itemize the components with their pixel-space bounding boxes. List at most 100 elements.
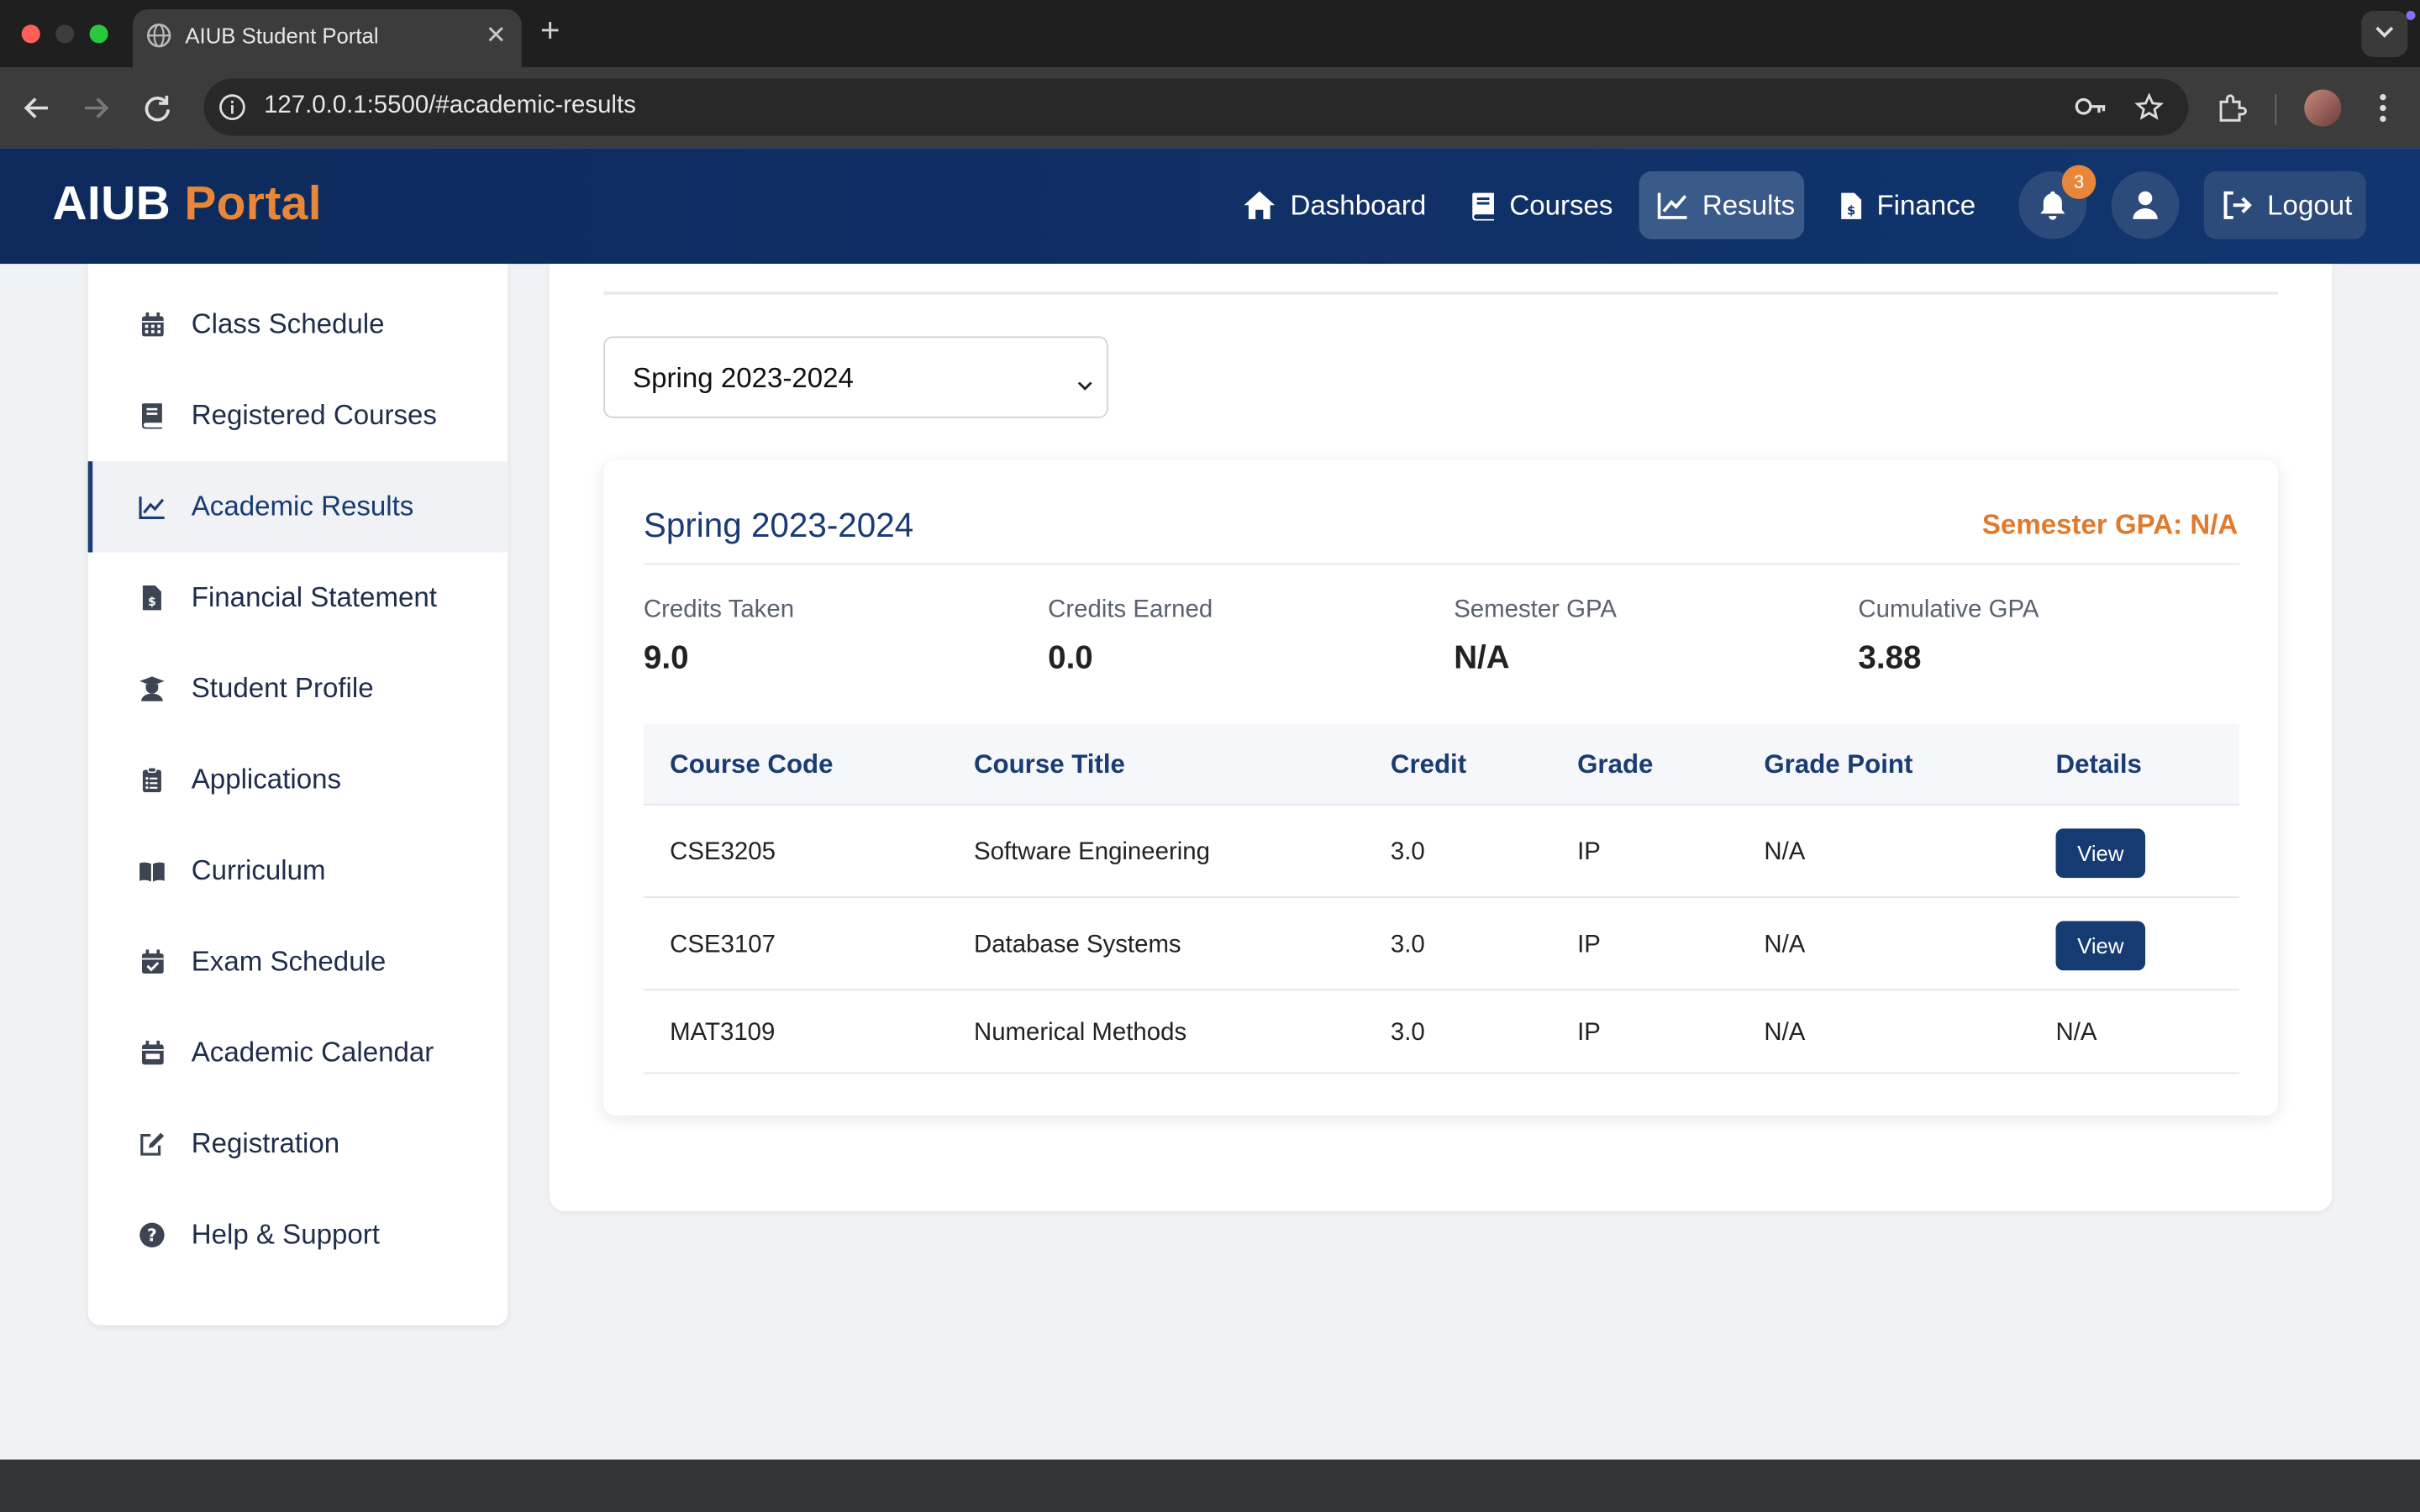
calendar-day-icon [139, 1039, 165, 1067]
tab-close-icon[interactable]: ✕ [486, 20, 507, 51]
minimize-window-button[interactable] [55, 24, 75, 44]
semester-gpa-badge: Semester GPA: N/A [1981, 509, 2238, 540]
sidebar-item-student-profile[interactable]: Student Profile [88, 643, 508, 734]
column-header: Grade Point [1764, 749, 1913, 780]
user-profile-button[interactable] [2111, 171, 2180, 239]
column-header: Grade [1577, 749, 1654, 780]
stat-label: Credits Earned [1048, 596, 1213, 624]
browser-tab-bar: AIUB Student Portal ✕ + [0, 0, 2420, 68]
question-circle-icon: ? [139, 1221, 165, 1249]
sidebar-item-academic-calendar[interactable]: Academic Calendar [88, 1007, 508, 1098]
course-grade-point: N/A [1764, 932, 1806, 958]
sidebar-item-curriculum[interactable]: Curriculum [88, 826, 508, 916]
sidebar-item-class-schedule[interactable]: Class Schedule [88, 279, 508, 370]
bookmark-star-icon[interactable] [2134, 92, 2165, 129]
course-title: Numerical Methods [973, 1020, 1187, 1047]
calendar-icon [139, 311, 165, 339]
column-header: Credit [1390, 749, 1467, 780]
new-tab-button[interactable]: + [540, 13, 560, 48]
bell-icon [2040, 191, 2065, 220]
url-text: 127.0.0.1:5500/#academic-results [264, 92, 636, 119]
chart-line-icon [139, 493, 165, 521]
table-row: MAT3109 Numerical Methods 3.0 IP N/A N/A [643, 990, 2240, 1074]
nav-results[interactable]: Results [1639, 171, 1805, 239]
logout-button[interactable]: Logout [2203, 171, 2366, 239]
portal-logo[interactable]: AIUB Portal [52, 176, 321, 231]
sidebar-item-registration[interactable]: Registration [88, 1099, 508, 1189]
view-details-button[interactable]: View [2055, 828, 2146, 879]
course-code: MAT3109 [670, 1020, 776, 1047]
tab-search-button[interactable] [2361, 10, 2408, 57]
sidebar-item-financial-statement[interactable]: $ Financial Statement [88, 553, 508, 643]
edit-icon [139, 1130, 165, 1158]
browser-menu-icon[interactable] [2370, 90, 2395, 134]
course-credit: 3.0 [1390, 932, 1425, 958]
column-header: Details [2055, 749, 2142, 780]
sidebar-item-applications[interactable]: Applications [88, 734, 508, 825]
calendar-check-icon [139, 948, 165, 976]
sidebar: Class Schedule Registered Courses Academ… [87, 264, 508, 1326]
sidebar-item-label: Class Schedule [191, 308, 385, 340]
invoice-icon: $ [1841, 192, 1862, 218]
nav-finance[interactable]: $ Finance [1821, 171, 1994, 239]
book-icon [1472, 192, 1494, 220]
table-row: CSE3205 Software Engineering 3.0 IP N/A … [643, 806, 2240, 898]
update-indicator [2406, 10, 2416, 20]
nav-label: Dashboard [1290, 189, 1427, 220]
svg-text:$: $ [1847, 202, 1855, 217]
course-grade-point: N/A [1764, 839, 1806, 866]
sidebar-item-label: Academic Results [191, 491, 414, 522]
stat-value: 0.0 [1048, 640, 1093, 676]
logo-main-text: AIUB [52, 176, 171, 230]
sidebar-item-help-support[interactable]: ? Help & Support [88, 1189, 508, 1280]
forward-arrow-icon[interactable] [77, 90, 114, 127]
course-grade: IP [1577, 1020, 1601, 1047]
sidebar-item-label: Registration [191, 1127, 340, 1159]
book-icon [139, 402, 165, 429]
chart-line-icon [1657, 192, 1687, 219]
nav-label: Courses [1509, 189, 1613, 220]
course-credit: 3.0 [1390, 1020, 1425, 1047]
home-icon [1244, 191, 1276, 219]
sidebar-item-label: Financial Statement [191, 581, 437, 613]
maximize-window-button[interactable] [89, 24, 108, 44]
address-bar[interactable]: 127.0.0.1:5500/#academic-results [203, 78, 2189, 136]
sidebar-item-label: Applications [191, 764, 342, 795]
browser-profile-avatar[interactable] [2304, 89, 2342, 127]
reload-icon[interactable] [139, 90, 176, 127]
invoice-dollar-icon: $ [139, 584, 165, 612]
user-icon [2133, 191, 2158, 219]
key-icon[interactable] [2075, 94, 2108, 127]
globe-icon [146, 24, 171, 48]
open-book-icon [139, 857, 165, 885]
nav-courses[interactable]: Courses [1452, 171, 1631, 239]
browser-tab[interactable]: AIUB Student Portal ✕ [132, 9, 522, 68]
sidebar-item-exam-schedule[interactable]: Exam Schedule [88, 916, 508, 1007]
stat-credits-taken: Credits Taken 9.0 [644, 597, 794, 678]
back-arrow-icon[interactable] [18, 90, 55, 127]
view-details-button[interactable]: View [2055, 921, 2146, 971]
table-header: Course Code Course Title Credit Grade Gr… [643, 723, 2240, 806]
close-window-button[interactable] [21, 24, 40, 44]
stat-value: 3.88 [1858, 640, 1922, 676]
browser-toolbar: 127.0.0.1:5500/#academic-results [0, 67, 2420, 149]
course-credit: 3.0 [1390, 839, 1425, 866]
sidebar-item-label: Exam Schedule [191, 945, 387, 977]
sidebar-item-academic-results[interactable]: Academic Results [87, 461, 508, 553]
column-header: Course Code [670, 749, 834, 780]
sidebar-item-label: Student Profile [191, 672, 374, 704]
semester-select[interactable]: Spring 2023-2024 [603, 336, 1108, 418]
extensions-puzzle-icon[interactable] [2217, 92, 2248, 131]
course-grade: IP [1577, 839, 1601, 866]
site-info-icon[interactable] [218, 92, 247, 129]
semester-select-value: Spring 2023-2024 [633, 362, 854, 394]
logout-icon [2223, 191, 2252, 219]
nav-dashboard[interactable]: Dashboard [1224, 171, 1445, 239]
logout-label: Logout [2267, 189, 2353, 220]
sidebar-item-registered-courses[interactable]: Registered Courses [88, 370, 508, 461]
app-header: AIUB Portal Dashboard Courses Results $ … [0, 148, 2420, 265]
semester-result-card: Spring 2023-2024 Semester GPA: N/A Credi… [603, 459, 2279, 1116]
tab-title: AIUB Student Portal [185, 23, 379, 48]
logo-accent-text: Portal [184, 176, 322, 230]
svg-text:?: ? [147, 1226, 157, 1246]
